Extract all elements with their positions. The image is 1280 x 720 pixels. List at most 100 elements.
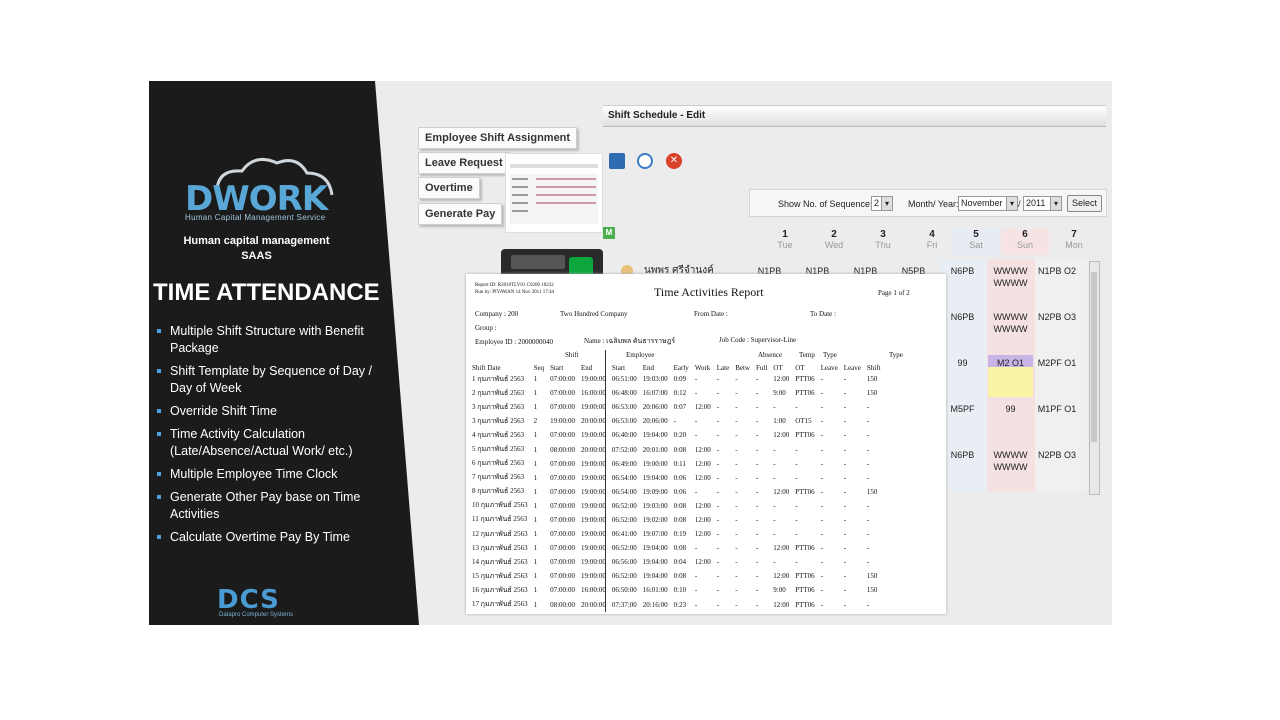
month-select[interactable]: November xyxy=(958,196,1018,211)
report-cell: - xyxy=(843,530,847,539)
report-cell: 7 กุมภาพันธ์ 2563 xyxy=(472,473,525,482)
select-button[interactable]: Select xyxy=(1067,195,1102,212)
report-cell: - xyxy=(820,459,824,468)
close-icon[interactable]: ✕ xyxy=(666,153,682,169)
report-cell: OT15 xyxy=(795,417,812,426)
report-run-by: Run by: PIYAWAN 14 Nov 2011 17:44 xyxy=(475,290,555,295)
report-cell: - xyxy=(773,558,776,567)
year-select[interactable]: 2011 xyxy=(1023,196,1062,211)
schedule-cell-highlight[interactable]: M2 O1 xyxy=(987,357,1034,369)
report-cell: - xyxy=(716,600,720,609)
report-cell: - xyxy=(843,431,847,440)
report-cell: 0:12 xyxy=(673,389,687,398)
schedule-cell[interactable]: WWWW WWWW xyxy=(987,265,1034,289)
report-cell: - xyxy=(755,544,759,553)
slide: DWORK Human Capital Management Service H… xyxy=(149,81,1112,625)
report-group: Group : xyxy=(475,324,497,332)
schedule-scrollbar[interactable] xyxy=(1089,261,1100,495)
report-cell: 0:04 xyxy=(673,558,687,567)
report-cell: 12:00 xyxy=(694,530,711,539)
report-table: Shift Date Seq Start End Start End Early Work La… xyxy=(469,350,884,612)
report-cell: 20:16:00 xyxy=(642,600,668,609)
report-cell: 1 xyxy=(533,459,538,468)
report-column-header: OT xyxy=(795,364,805,372)
report-cell: 13 กุมภาพันธ์ 2563 xyxy=(472,543,528,552)
report-cell: - xyxy=(820,586,824,595)
leave-request-button[interactable]: Leave Request xyxy=(418,152,510,174)
table-row: 10 กุมภาพันธ์ 2563 1 07:00:00 19:00:00 06:52… xyxy=(469,499,884,513)
report-cell: 19:00:00 xyxy=(550,417,575,426)
report-cell: 1 xyxy=(533,389,538,398)
feature-item: Generate Other Pay base on Time Activiti… xyxy=(155,489,380,523)
report-cell: 06:48:00 xyxy=(611,389,637,398)
report-cell: - xyxy=(866,459,870,468)
table-row: 2 กุมภาพันธ์ 2563 1 07:00:00 16:00:00 06:48:… xyxy=(469,386,884,400)
report-cell: - xyxy=(843,544,847,553)
report-company: Company : 200 xyxy=(475,310,519,318)
report-cell: - xyxy=(866,558,870,567)
overtime-button[interactable]: Overtime xyxy=(418,177,480,199)
report-cell: - xyxy=(843,445,847,454)
report-cell: 4 กุมภาพันธ์ 2563 xyxy=(472,430,525,439)
employee-shift-assignment-button[interactable]: Employee Shift Assignment xyxy=(418,127,578,149)
report-cell: - xyxy=(694,600,698,609)
schedule-cell[interactable]: 99 xyxy=(939,357,986,369)
report-cell: 1 xyxy=(533,600,538,609)
report-cell: 19:00:00 xyxy=(580,431,606,440)
clock-icon[interactable] xyxy=(637,153,653,169)
report-cell: 1 xyxy=(533,445,538,454)
schedule-cell[interactable]: N6PB xyxy=(939,265,986,277)
schedule-cell[interactable]: N1PB O2 xyxy=(1035,265,1079,277)
report-company-name: Two Hundred Company xyxy=(560,310,628,318)
table-row: 3 กุมภาพันธ์ 2563 1 07:00:00 19:00:00 06:53:… xyxy=(469,400,884,414)
report-cell: - xyxy=(820,572,824,581)
report-cell: 06:56:00 xyxy=(611,558,637,567)
report-cell: - xyxy=(866,445,870,454)
table-row: 8 กุมภาพันธ์ 2563 1 07:00:00 19:00:00 06:54:… xyxy=(469,485,884,499)
feature-list: Multiple Shift Structure with Benefit Pa… xyxy=(155,323,380,552)
save-icon[interactable] xyxy=(609,153,625,169)
report-cell: 07:00:00 xyxy=(550,501,575,510)
schedule-cell[interactable]: M2PF O1 xyxy=(1035,357,1079,369)
report-cell: 5 กุมภาพันธ์ 2563 xyxy=(472,445,525,454)
report-cell: - xyxy=(755,459,759,468)
report-column-header: Start xyxy=(550,364,564,372)
schedule-cell[interactable]: M1PF O1 xyxy=(1035,403,1079,415)
report-cell: - xyxy=(735,530,738,539)
schedule-cell[interactable]: N6PB xyxy=(939,449,986,461)
schedule-cell[interactable]: N2PB O3 xyxy=(1035,311,1079,323)
report-column-header: Work xyxy=(694,364,711,372)
schedule-cell[interactable]: N6PB xyxy=(939,311,986,323)
report-cell: 1 xyxy=(533,515,538,524)
report-cell: 10 กุมภาพันธ์ 2563 xyxy=(472,501,528,510)
schedule-cell[interactable]: WWWW WWWW xyxy=(987,449,1034,473)
schedule-cell[interactable]: WWWW WWWW xyxy=(987,311,1034,335)
report-cell: 8 กุมภาพันธ์ 2563 xyxy=(472,487,525,496)
report-cell: - xyxy=(716,375,720,384)
table-row: 7 กุมภาพันธ์ 2563 1 07:00:00 19:00:00 06:54:… xyxy=(469,471,884,485)
schedule-cell[interactable]: N2PB O3 xyxy=(1035,449,1079,461)
sequence-select[interactable]: 2 xyxy=(871,196,893,211)
report-cell: - xyxy=(694,417,698,426)
report-cell: 19:04:00 xyxy=(642,558,668,567)
report-cell: 17 กุมภาพันธ์ 2563 xyxy=(472,600,528,609)
schedule-cell[interactable]: 99 xyxy=(987,403,1034,415)
report-column-header: Leave xyxy=(843,364,861,372)
report-cell: - xyxy=(735,375,738,384)
report-cell: - xyxy=(735,586,738,595)
table-row: 15 กุมภาพันธ์ 2563 1 07:00:00 19:00:00 06:52… xyxy=(469,569,884,583)
generate-pay-button[interactable]: Generate Pay xyxy=(418,203,503,225)
day-header: 6 Sun xyxy=(1001,229,1049,255)
report-cell: - xyxy=(694,586,698,595)
report-to-date: To Date : xyxy=(810,310,836,318)
report-cell: - xyxy=(755,501,759,510)
report-cell: 1 xyxy=(533,501,538,510)
report-cell: - xyxy=(694,389,698,398)
report-cell: 06:53:00 xyxy=(611,403,637,412)
report-cell: 06:49:00 xyxy=(611,459,637,468)
table-row: 14 กุมภาพันธ์ 2563 1 07:00:00 19:00:00 06:56… xyxy=(469,555,884,569)
report-cell: - xyxy=(866,403,870,412)
report-cell: 14 กุมภาพันธ์ 2563 xyxy=(472,557,528,566)
schedule-cell[interactable]: M5PF xyxy=(939,403,986,415)
report-cell: - xyxy=(755,558,759,567)
